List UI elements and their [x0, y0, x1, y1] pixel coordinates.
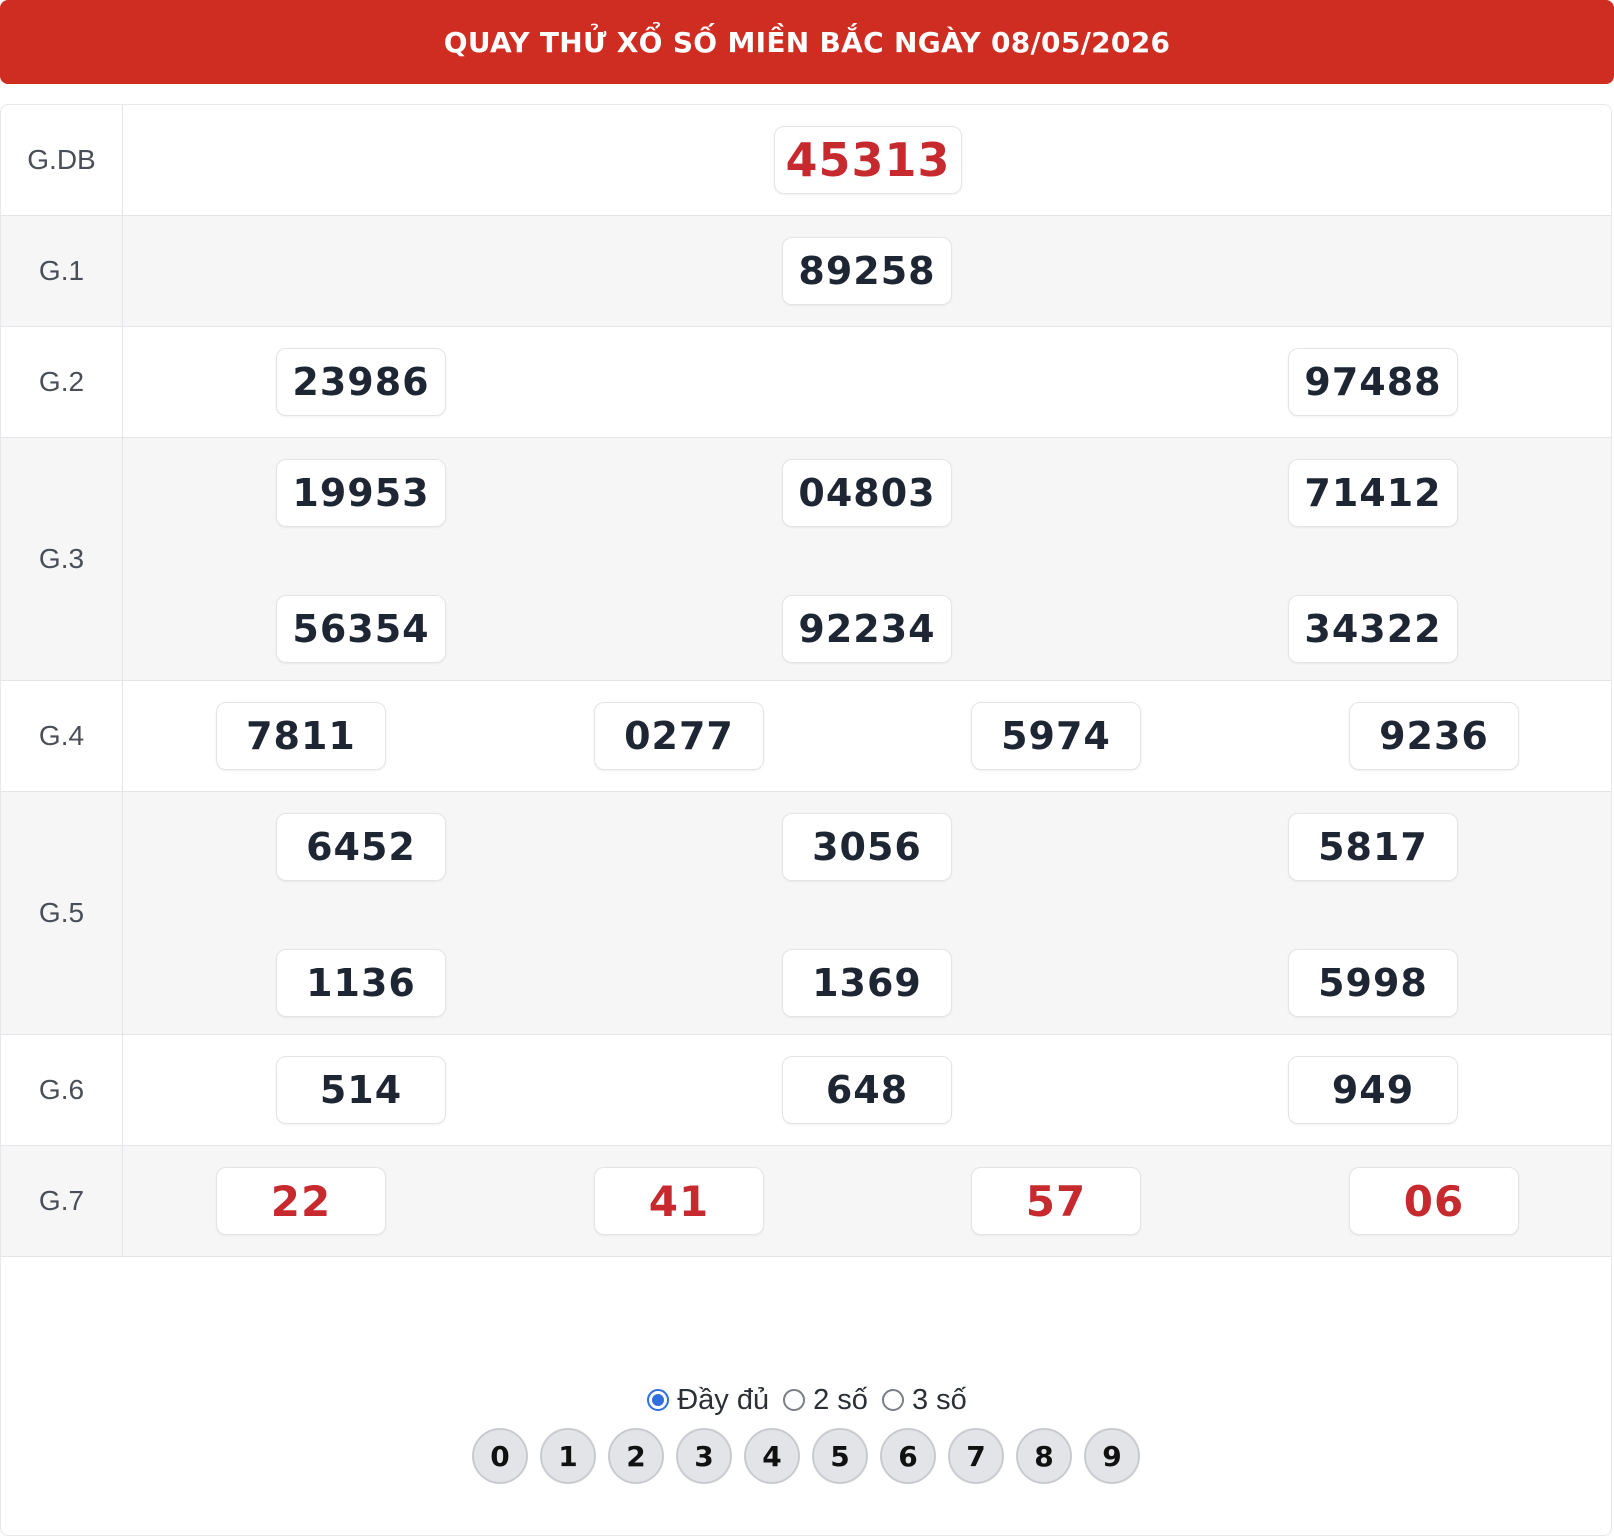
prize-number: 5998: [1288, 949, 1458, 1017]
prize-label: G.3: [1, 438, 123, 680]
prize-number: 7811: [216, 702, 386, 770]
prize-label: G.4: [1, 681, 123, 791]
prize-number: 5817: [1288, 813, 1458, 881]
prize-number: 34322: [1288, 595, 1458, 663]
radio-button[interactable]: [881, 1389, 904, 1411]
prize-number: 04803: [782, 459, 952, 527]
prize-number: 41: [594, 1167, 764, 1235]
prize-number: 89258: [782, 237, 952, 305]
prize-number: 19953: [276, 459, 446, 527]
option-label: Đầy đủ: [677, 1383, 770, 1416]
prize-number: 9236: [1349, 702, 1519, 770]
prize-number: 56354: [276, 595, 446, 663]
results-table: G.DB 45313 G.1 89258 G.2 23986 97488 G.3…: [0, 104, 1612, 1536]
digit-button-8[interactable]: 8: [1016, 1428, 1072, 1484]
option-2-digits[interactable]: 2 số: [783, 1384, 868, 1417]
prize-number: 0277: [594, 702, 764, 770]
prize-number: 71412: [1288, 459, 1458, 527]
prize-label: G.1: [1, 216, 123, 326]
prize-row-g4: G.4 7811 0277 5974 9236: [1, 681, 1611, 792]
prize-number: 3056: [782, 813, 952, 881]
option-3-digits[interactable]: 3 số: [881, 1383, 967, 1417]
digit-filter-buttons: 0 1 2 3 4 5 6 7 8 9: [0, 1428, 1612, 1484]
prize-label: G.DB: [1, 105, 123, 215]
prize-row-g1: G.1 89258: [1, 216, 1611, 327]
prize-number: 92234: [782, 595, 952, 663]
prize-number: 648: [782, 1056, 952, 1124]
special-prize-number: 45313: [774, 126, 962, 194]
prize-row-g7: G.7 22 41 57 06: [1, 1146, 1611, 1257]
prize-label: G.7: [1, 1146, 123, 1256]
digit-button-0[interactable]: 0: [472, 1428, 528, 1484]
prize-row-g5: G.5 6452 3056 5817 1136 1369 5998: [1, 792, 1611, 1035]
prize-row-g3: G.3 19953 04803 71412 56354 92234 34322: [1, 438, 1611, 681]
prize-number: 514: [276, 1056, 446, 1124]
radio-button[interactable]: [647, 1389, 670, 1411]
digit-button-4[interactable]: 4: [744, 1428, 800, 1484]
prize-number: 97488: [1288, 348, 1458, 416]
prize-label: G.5: [1, 792, 123, 1034]
digit-button-3[interactable]: 3: [676, 1428, 732, 1484]
prize-label: G.2: [1, 327, 123, 437]
prize-number: 6452: [276, 813, 446, 881]
prize-row-g6: G.6 514 648 949: [1, 1035, 1611, 1146]
prize-label: G.6: [1, 1035, 123, 1145]
digit-button-6[interactable]: 6: [880, 1428, 936, 1484]
option-label: 2 số: [813, 1383, 868, 1416]
prize-row-g2: G.2 23986 97488: [1, 327, 1611, 438]
digit-button-5[interactable]: 5: [812, 1428, 868, 1484]
page-title: QUAY THỬ XỔ SỐ MIỀN BẮC NGÀY 08/05/2026: [443, 25, 1171, 59]
prize-number: 5974: [971, 702, 1141, 770]
option-label: 3 số: [911, 1383, 967, 1416]
prize-number: 22: [216, 1167, 386, 1235]
prize-number: 1136: [276, 949, 446, 1017]
prize-row-gdb: G.DB 45313: [1, 105, 1611, 216]
digit-button-1[interactable]: 1: [540, 1428, 596, 1484]
page-header: QUAY THỬ XỔ SỐ MIỀN BẮC NGÀY 08/05/2026: [0, 0, 1614, 84]
prize-number: 1369: [782, 949, 952, 1017]
digit-button-7[interactable]: 7: [948, 1428, 1004, 1484]
digit-button-9[interactable]: 9: [1084, 1428, 1140, 1484]
digit-button-2[interactable]: 2: [608, 1428, 664, 1484]
prize-number: 57: [971, 1167, 1141, 1235]
prize-number: 06: [1349, 1167, 1519, 1235]
prize-number: 949: [1288, 1056, 1458, 1124]
radio-button[interactable]: [783, 1389, 806, 1411]
prize-number: 23986: [276, 348, 446, 416]
option-full[interactable]: Đầy đủ: [647, 1384, 769, 1417]
